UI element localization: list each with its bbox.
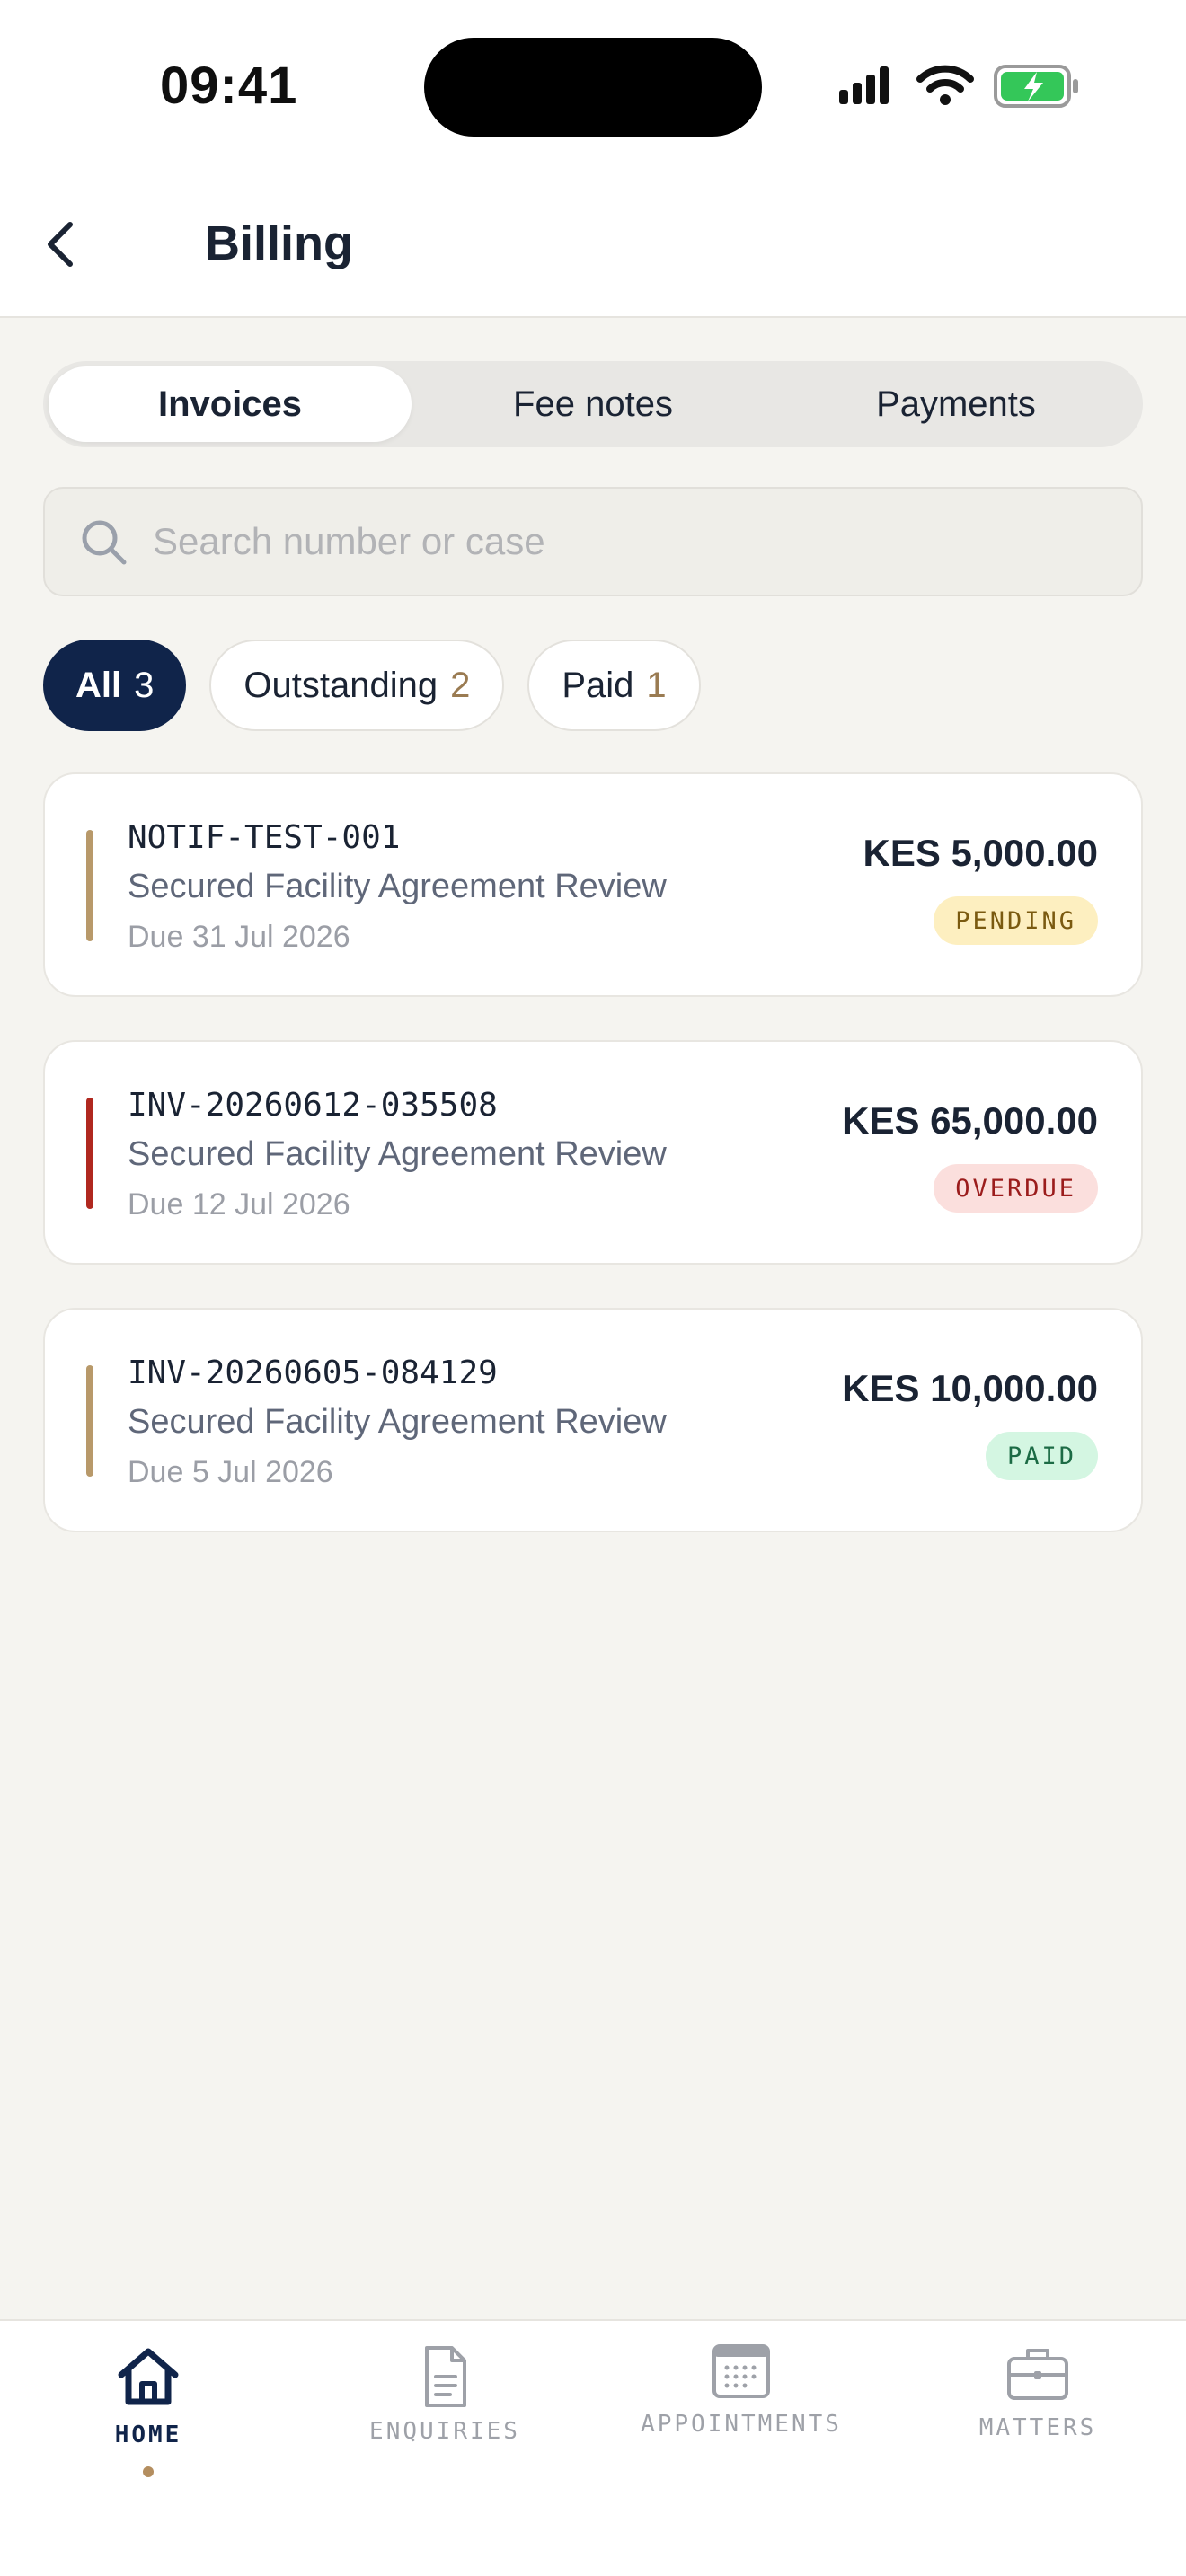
status-time: 09:41 (160, 57, 298, 115)
invoice-amount: KES 5,000.00 (863, 832, 1098, 874)
filter-chip-label: Paid (562, 665, 634, 705)
status-badge: PAID (985, 1432, 1098, 1480)
page-title: Billing (205, 216, 353, 270)
tab-invoices[interactable]: Invoices (49, 366, 412, 442)
cellular-signal-icon (839, 66, 889, 104)
filter-chip-count: 3 (134, 665, 155, 705)
invoice-amount: KES 65,000.00 (842, 1099, 1098, 1142)
filter-chips: All 3 Outstanding 2 Paid 1 (43, 640, 701, 731)
invoice-due-date: Due 12 Jul 2026 (128, 1187, 350, 1222)
invoice-due-date: Due 31 Jul 2026 (128, 920, 350, 954)
invoice-case: Secured Facility Agreement Review (128, 1403, 667, 1441)
invoice-number: NOTIF-TEST-001 (128, 819, 401, 856)
status-accent-bar (86, 830, 93, 941)
tab-label: HOME (114, 2422, 182, 2448)
invoice-card[interactable]: INV-20260605-084129 Secured Facility Agr… (43, 1308, 1143, 1532)
search-icon (82, 520, 127, 565)
invoice-amount: KES 10,000.00 (842, 1367, 1098, 1409)
tab-appointments[interactable]: APPOINTMENTS (593, 2321, 890, 2519)
status-badge: PENDING (934, 896, 1098, 945)
invoice-card[interactable]: INV-20260612-035508 Secured Facility Agr… (43, 1040, 1143, 1265)
tab-home[interactable]: HOME (0, 2321, 296, 2519)
status-accent-bar (86, 1098, 93, 1209)
active-indicator-dot (143, 2466, 154, 2477)
bottom-tab-bar: HOME ENQUIRIES APPOINTMENTS MATTERS (0, 2319, 1186, 2576)
invoice-due-date: Due 5 Jul 2026 (128, 1455, 333, 1489)
filter-chip-count: 2 (450, 665, 471, 705)
invoice-number: INV-20260605-084129 (128, 1354, 498, 1391)
tab-payments[interactable]: Payments (774, 366, 1137, 442)
search-input[interactable] (153, 489, 1123, 595)
filter-chip-outstanding[interactable]: Outstanding 2 (209, 640, 505, 731)
calendar-icon (712, 2344, 770, 2398)
segmented-control: Invoices Fee notes Payments (43, 361, 1143, 447)
invoice-number: INV-20260612-035508 (128, 1087, 498, 1124)
briefcase-icon (1007, 2349, 1068, 2400)
header: Billing (0, 171, 1186, 318)
status-accent-bar (86, 1365, 93, 1477)
filter-chip-count: 1 (646, 665, 667, 705)
document-icon (425, 2346, 466, 2407)
filter-chip-label: All (75, 665, 122, 705)
filter-chip-all[interactable]: All 3 (43, 640, 187, 731)
tab-enquiries[interactable]: ENQUIRIES (296, 2321, 593, 2519)
tab-label: APPOINTMENTS (641, 2411, 842, 2438)
tab-matters[interactable]: MATTERS (890, 2321, 1186, 2519)
invoice-case: Secured Facility Agreement Review (128, 1135, 667, 1173)
invoice-card[interactable]: NOTIF-TEST-001 Secured Facility Agreemen… (43, 772, 1143, 997)
chevron-left-icon[interactable] (34, 216, 92, 273)
status-bar: 09:41 (0, 0, 1186, 171)
filter-chip-label: Outstanding (243, 665, 438, 705)
filter-chip-paid[interactable]: Paid 1 (527, 640, 701, 731)
tab-label: MATTERS (978, 2414, 1097, 2441)
tab-label: ENQUIRIES (369, 2418, 520, 2445)
search-box (43, 487, 1143, 596)
home-icon (118, 2348, 179, 2405)
dynamic-island (424, 38, 762, 137)
battery-charging-icon (994, 65, 1078, 108)
wifi-icon (916, 65, 974, 105)
tab-fee-notes[interactable]: Fee notes (412, 366, 774, 442)
invoice-case: Secured Facility Agreement Review (128, 868, 667, 905)
status-icons (839, 65, 1078, 108)
status-badge: OVERDUE (934, 1164, 1098, 1213)
